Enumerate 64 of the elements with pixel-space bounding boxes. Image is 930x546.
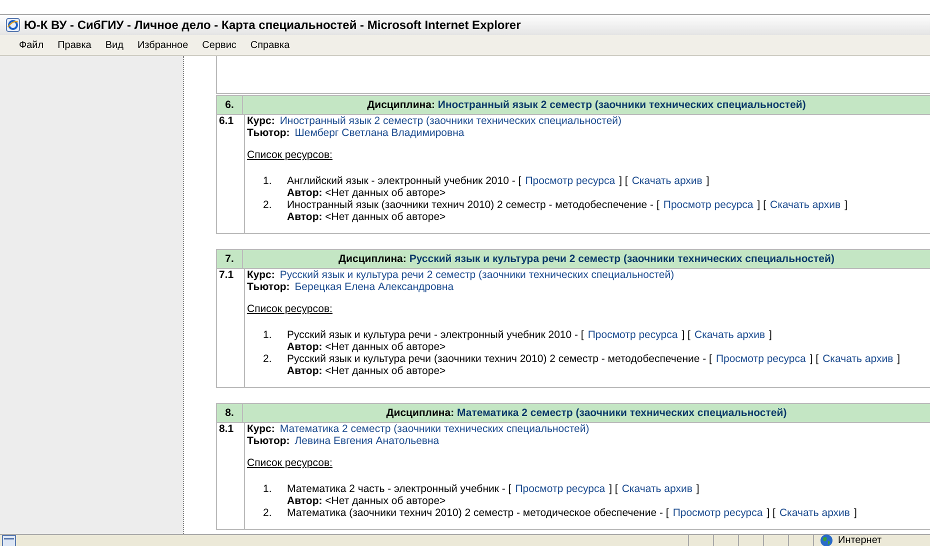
discipline-header: Дисциплина: Русский язык и культура речи 2 семестр (заочники технических специальностей) xyxy=(243,250,930,269)
resource-entry: Математика (заочники технич 2010) 2 семестр - методическое обеспечение - [ Просмотр ресурса ] [ Скачать архив ] xyxy=(287,507,858,519)
tutor-link[interactable]: Берецкая Елена Александровна xyxy=(294,281,454,293)
menu-item[interactable]: Избранное xyxy=(130,40,196,50)
resource-link[interactable]: Просмотр ресурса xyxy=(588,329,678,341)
resource-link[interactable]: Скачать архив xyxy=(770,199,841,211)
item-number: 2. xyxy=(263,199,273,213)
resource-link[interactable]: Скачать архив xyxy=(822,353,894,365)
menu-item[interactable]: Сервис xyxy=(195,40,244,50)
globe-icon xyxy=(820,534,833,546)
item-number: 2. xyxy=(263,507,273,519)
resource-link[interactable]: Просмотр ресурса xyxy=(515,483,606,495)
resources-label: Список ресурсов: xyxy=(247,149,332,161)
author-line: Автор: <Нет данных об авторе> xyxy=(287,211,447,223)
course-number: 6.1 xyxy=(219,115,234,127)
course-number: 8.1 xyxy=(219,423,234,435)
resource-link[interactable]: Скачать архив xyxy=(632,175,702,187)
discipline-header: Дисциплина: Иностранный язык 2 семестр (заочники технических специальностей) xyxy=(243,96,930,115)
zone-label: Интернет xyxy=(838,535,882,546)
section-number: 6. xyxy=(217,96,243,115)
menu-item[interactable]: Справка xyxy=(243,40,297,50)
course-label: Курс: xyxy=(247,269,275,281)
discipline-header: Дисциплина: Математика 2 семестр (заочники технических специальностей) xyxy=(243,404,930,423)
resource-link[interactable]: Скачать архив xyxy=(622,483,692,495)
resource-link[interactable]: Скачать архив xyxy=(779,507,850,519)
section-number: 7. xyxy=(217,250,243,269)
course-link[interactable]: Математика 2 семестр (заочники технических специальностей) xyxy=(280,423,590,435)
menu-item[interactable]: Файл xyxy=(12,40,51,50)
resource-link[interactable]: Просмотр ресурса xyxy=(716,353,806,365)
resource-link[interactable]: Просмотр ресурса xyxy=(525,175,616,187)
section-number: 8. xyxy=(217,404,243,423)
author-line: Автор: <Нет данных об авторе> xyxy=(287,495,447,507)
course-link[interactable]: Русский язык и культура речи 2 семестр (заочники технических специальностей) xyxy=(280,269,674,281)
item-number: 1. xyxy=(263,175,273,189)
tutor-link[interactable]: Левина Евгения Анатольевна xyxy=(294,435,440,447)
window-title: Ю-К ВУ - СибГИУ - Личное дело - Карта специальностей - Microsoft Internet Explorer xyxy=(24,18,521,32)
resource-link[interactable]: Скачать архив xyxy=(694,329,766,341)
browser-icon xyxy=(6,18,20,32)
resources-label: Список ресурсов: xyxy=(247,303,332,315)
resource-link[interactable]: Просмотр ресурса xyxy=(672,507,763,519)
tutor-link[interactable]: Шемберг Светлана Владимировна xyxy=(294,127,464,139)
page-icon xyxy=(2,534,16,546)
resource-entry: Русский язык и культура речи (заочники технич 2010) 2 семестр - методобеспечение - [ Просмотр ресурса ] [ Скачать архив ] xyxy=(287,353,902,365)
author-line: Автор: <Нет данных об авторе> xyxy=(287,187,447,199)
course-link[interactable]: Иностранный язык 2 семестр (заочники технических специальностей) xyxy=(280,115,622,127)
tutor-label: Тьютор: xyxy=(247,127,290,139)
course-label: Курс: xyxy=(247,115,275,127)
resource-link[interactable]: Просмотр ресурса xyxy=(663,199,754,211)
menu-item[interactable]: Вид xyxy=(98,40,130,50)
resource-entry: Английский язык - электронный учебник 2010 - [ Просмотр ресурса ] [ Скачать архив ] xyxy=(287,175,710,187)
resource-entry: Иностранный язык (заочники технич 2010) 2 семестр - методобеспечение - [ Просмотр ресурса ] [ Скачать архив ] xyxy=(287,199,848,211)
resource-entry: Математика 2 часть - электронный учебник - [ Просмотр ресурса ] [ Скачать архив ] xyxy=(287,483,700,495)
item-number: 1. xyxy=(263,329,273,343)
menu-item[interactable]: Правка xyxy=(50,40,98,50)
tutor-label: Тьютор: xyxy=(247,435,290,447)
item-number: 1. xyxy=(263,483,273,497)
author-line: Автор: <Нет данных об авторе> xyxy=(287,341,447,353)
resources-label: Список ресурсов: xyxy=(247,457,332,469)
resource-entry: Русский язык и культура речи - электронный учебник 2010 - [ Просмотр ресурса ] [ Скачать архив ] xyxy=(287,329,773,341)
course-label: Курс: xyxy=(247,423,275,435)
item-number: 2. xyxy=(263,353,273,367)
author-line: Автор: <Нет данных об авторе> xyxy=(287,365,447,377)
tutor-label: Тьютор: xyxy=(247,281,290,293)
course-number: 7.1 xyxy=(219,269,234,281)
